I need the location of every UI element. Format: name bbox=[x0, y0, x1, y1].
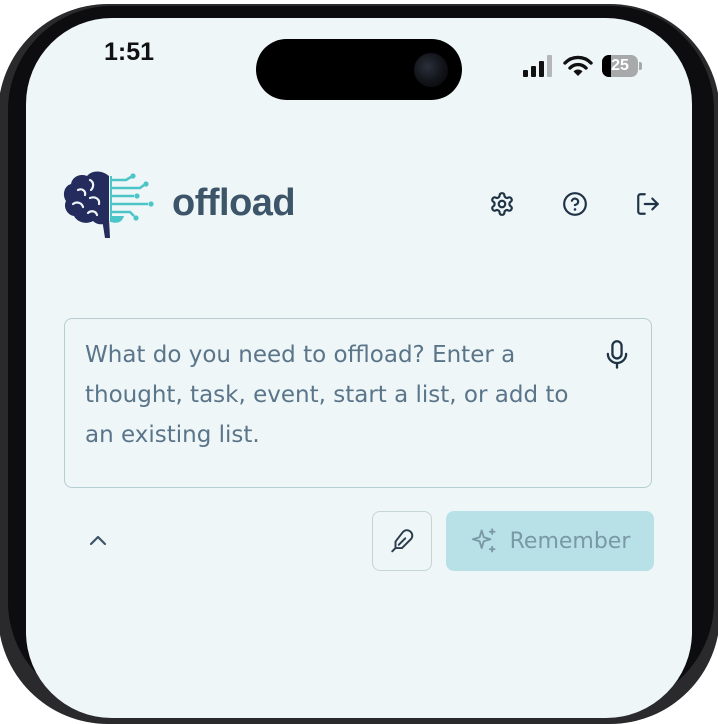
cellular-signal-icon bbox=[523, 55, 552, 77]
action-button bbox=[0, 308, 4, 370]
power-button bbox=[714, 462, 718, 602]
handwriting-button[interactable] bbox=[372, 511, 432, 571]
wifi-icon bbox=[563, 55, 593, 76]
dynamic-island bbox=[256, 39, 462, 100]
battery-icon: 25 bbox=[602, 55, 638, 77]
volume-down-button bbox=[0, 566, 4, 606]
front-camera bbox=[414, 53, 448, 87]
help-question-icon bbox=[563, 192, 587, 216]
logout-icon bbox=[637, 193, 659, 215]
status-icons: 25 bbox=[522, 54, 652, 80]
thought-input-box bbox=[64, 318, 652, 488]
microphone-icon bbox=[606, 340, 628, 369]
battery-percent: 25 bbox=[611, 57, 629, 74]
thought-input[interactable] bbox=[85, 335, 585, 475]
volume-up-button bbox=[0, 426, 4, 536]
collapse-button[interactable] bbox=[82, 524, 114, 556]
help-button[interactable] bbox=[559, 188, 591, 220]
battery-nub bbox=[639, 62, 642, 70]
settings-button[interactable] bbox=[486, 188, 518, 220]
pen-icon bbox=[391, 529, 414, 553]
app-header: offload bbox=[62, 168, 662, 243]
chevron-up-icon bbox=[89, 535, 107, 546]
brain-circuit-logo bbox=[63, 171, 154, 238]
app-name: offload bbox=[172, 182, 296, 224]
logout-button[interactable] bbox=[632, 188, 664, 220]
status-time: 1:51 bbox=[104, 38, 155, 66]
sparkle-icon bbox=[471, 528, 496, 553]
settings-gear-icon bbox=[491, 192, 513, 216]
voice-input-button[interactable] bbox=[603, 339, 631, 371]
app-screen: 1:51 25 offload What do you need to offl… bbox=[26, 18, 692, 718]
remember-label: Remember bbox=[509, 528, 631, 554]
remember-button[interactable]: Remember bbox=[446, 511, 654, 571]
